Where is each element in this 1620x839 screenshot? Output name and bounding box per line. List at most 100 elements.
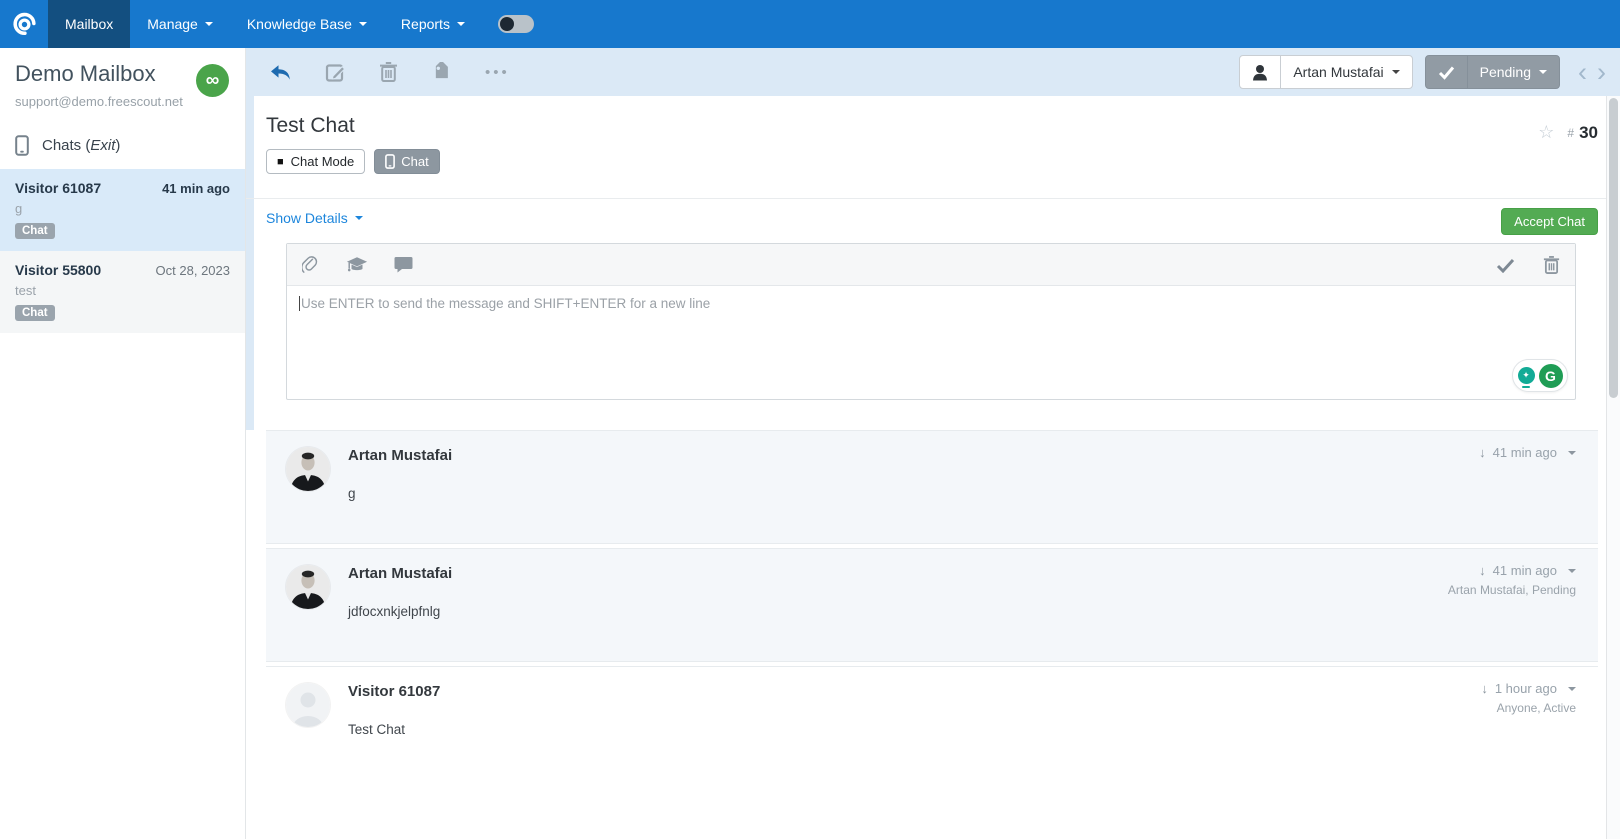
nav-knowledge-base[interactable]: Knowledge Base	[230, 0, 384, 48]
editor-caret	[299, 296, 300, 311]
received-arrow-icon: ↓	[1479, 445, 1486, 460]
thread-message: Artan Mustafai g ↓ 41 min ago	[266, 430, 1598, 544]
received-arrow-icon: ↓	[1479, 563, 1486, 578]
chats-exit-label[interactable]: Exit	[90, 137, 115, 154]
assignee-icon-button[interactable]	[1239, 55, 1282, 89]
conversation-list-item[interactable]: Visitor 55800 Oct 28, 2023 test Chat	[0, 251, 245, 333]
assignee-group: Artan Mustafai	[1239, 55, 1413, 89]
send-confirm-button[interactable]	[1496, 257, 1515, 273]
grammarly-suggestion-icon[interactable]: ✦	[1517, 367, 1535, 388]
show-details-link[interactable]: Show Details	[266, 210, 363, 226]
conversation-header: Test Chat ■ Chat Mode Chat ☆ # 30	[246, 96, 1620, 174]
check-icon	[1496, 258, 1515, 273]
more-actions-button[interactable]: •••	[485, 64, 510, 81]
nav-manage[interactable]: Manage	[130, 0, 230, 48]
paperclip-icon	[302, 255, 318, 273]
message-author: Visitor 61087	[348, 683, 441, 700]
chevron-down-icon	[358, 22, 367, 26]
note-button[interactable]	[394, 256, 413, 273]
next-conversation-button[interactable]: ›	[1597, 58, 1606, 86]
freescout-logo-icon	[12, 12, 36, 35]
chat-widget-badge[interactable]: ∞	[196, 64, 229, 97]
conversation-number-hash: #	[1567, 125, 1575, 140]
message-input-placeholder: Use ENTER to send the message and SHIFT+…	[301, 296, 711, 311]
edit-icon	[325, 63, 346, 82]
dark-mode-toggle[interactable]	[497, 15, 534, 33]
thread-message: Visitor 61087 Test Chat ↓ 1 hour ago Any…	[266, 666, 1598, 833]
conversation-panel: ••• Artan Mustafai Pending ‹ › Test Chat…	[246, 48, 1620, 839]
status-dropdown[interactable]: Pending	[1466, 55, 1560, 89]
status-confirm-button[interactable]	[1424, 55, 1468, 89]
nav-knowledge-base-label: Knowledge Base	[246, 16, 352, 32]
tag-button[interactable]	[431, 61, 452, 83]
conversation-list-item[interactable]: Visitor 61087 41 min ago g Chat	[0, 169, 245, 251]
message-menu-caret[interactable]	[1568, 686, 1576, 691]
received-arrow-icon: ↓	[1481, 681, 1488, 696]
accept-chat-button[interactable]: Accept Chat	[1501, 208, 1598, 235]
assignee-dropdown[interactable]: Artan Mustafai	[1280, 55, 1413, 89]
trash-icon	[1543, 255, 1560, 274]
chats-folder-link[interactable]: Chats (Exit)	[15, 135, 230, 156]
top-navbar: Mailbox Manage Knowledge Base Reports	[0, 0, 1620, 48]
mailbox-sidebar: Demo Mailbox ∞ support@demo.freescout.ne…	[0, 48, 246, 839]
nav-mailbox[interactable]: Mailbox	[48, 0, 131, 48]
message-input[interactable]: Use ENTER to send the message and SHIFT+…	[287, 286, 1575, 399]
chevron-down-icon	[1391, 70, 1400, 74]
mobile-phone-icon	[385, 154, 396, 169]
conversation-time: Oct 28, 2023	[155, 263, 230, 278]
message-author: Artan Mustafai	[348, 565, 453, 582]
message-status: Anyone, Active	[1496, 701, 1576, 715]
star-icon[interactable]: ☆	[1538, 122, 1554, 143]
toggle-knob-icon	[499, 17, 514, 31]
customer-avatar-placeholder	[286, 683, 330, 727]
message-body: Test Chat	[348, 722, 406, 737]
chevron-down-icon	[456, 22, 465, 26]
edit-button[interactable]	[325, 62, 346, 83]
conversation-preview: test	[15, 283, 36, 298]
conversation-body: Show Details Accept Chat Use ENTER to se…	[246, 198, 1620, 833]
back-arrow-icon	[271, 65, 290, 80]
message-author: Artan Mustafai	[348, 447, 453, 464]
chat-type-badge: Chat	[15, 305, 55, 321]
prev-conversation-button[interactable]: ‹	[1578, 58, 1587, 86]
chat-type-badge: Chat	[15, 223, 55, 239]
conversation-number: 30	[1579, 122, 1598, 142]
scrollbar-thumb[interactable]	[1609, 98, 1618, 398]
attach-file-button[interactable]	[302, 255, 320, 275]
reply-editor: Use ENTER to send the message and SHIFT+…	[286, 243, 1576, 400]
assignee-name: Artan Mustafai	[1293, 64, 1384, 80]
tag-icon	[435, 61, 448, 78]
message-time: 41 min ago	[1492, 563, 1557, 578]
message-body: g	[348, 486, 356, 501]
vertical-scrollbar[interactable]	[1606, 96, 1620, 839]
chat-channel-badge[interactable]: Chat	[374, 149, 440, 174]
discard-draft-button[interactable]	[1543, 255, 1560, 275]
message-body: jdfocxnkjelpfnlg	[348, 604, 441, 619]
nav-reports[interactable]: Reports	[384, 0, 482, 48]
chat-mode-label: Chat Mode	[290, 154, 355, 169]
square-icon: ■	[277, 155, 284, 168]
avatar	[286, 683, 330, 727]
conversation-title[interactable]: Test Chat	[266, 114, 1598, 138]
message-status: Artan Mustafai, Pending	[1447, 583, 1576, 597]
conversation-toolbar: ••• Artan Mustafai Pending ‹ ›	[246, 48, 1620, 96]
chevron-down-icon	[354, 216, 363, 220]
message-time: 41 min ago	[1492, 445, 1557, 460]
chat-mode-button[interactable]: ■ Chat Mode	[266, 149, 366, 174]
chats-label: Chats (Exit)	[42, 137, 121, 154]
message-menu-caret[interactable]	[1568, 568, 1576, 573]
status-group: Pending	[1424, 55, 1560, 89]
thread-message: Artan Mustafai jdfocxnkjelpfnlg ↓ 41 min…	[266, 548, 1598, 662]
speech-bubble-icon	[394, 257, 413, 273]
nav-reports-label: Reports	[400, 16, 450, 32]
grammarly-icon[interactable]: G	[1538, 363, 1563, 388]
message-menu-caret[interactable]	[1568, 450, 1576, 455]
saved-replies-button[interactable]	[346, 256, 368, 274]
editor-toolbar	[287, 244, 1575, 286]
avatar	[286, 565, 330, 609]
message-thread: Artan Mustafai g ↓ 41 min ago Artan Must…	[266, 430, 1598, 833]
freescout-logo[interactable]	[0, 0, 48, 48]
mobile-phone-icon	[15, 135, 29, 156]
delete-button[interactable]	[379, 61, 398, 83]
back-button[interactable]	[268, 61, 292, 83]
